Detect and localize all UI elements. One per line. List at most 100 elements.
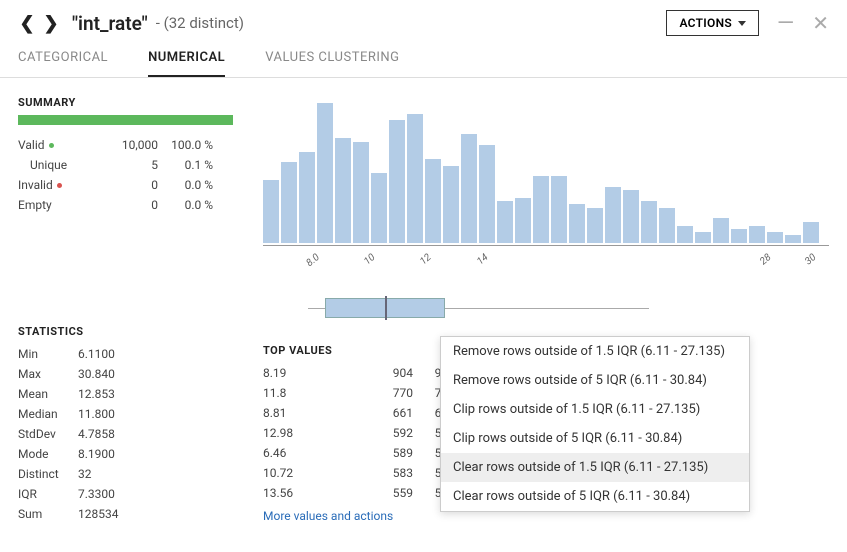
histogram-bar xyxy=(659,208,675,243)
stat-value: 128534 xyxy=(78,507,118,521)
summary-pct: 100.0 % xyxy=(158,138,213,152)
minimize-button[interactable]: — xyxy=(777,18,794,29)
actions-button-label: ACTIONS xyxy=(679,16,732,30)
histogram-bar xyxy=(587,208,603,243)
tab-numerical[interactable]: NUMERICAL xyxy=(148,50,225,77)
stat-value: 30.840 xyxy=(78,367,115,381)
topvalue-value: 11.8 xyxy=(263,386,363,400)
summary-label: Empty xyxy=(18,198,98,212)
histogram-bar xyxy=(677,226,693,243)
histogram-bar xyxy=(443,166,459,243)
stat-label: Mean xyxy=(18,387,78,401)
stat-row: Mean12.853 xyxy=(18,384,233,404)
dropdown-item[interactable]: Clear rows outside of 5 IQR (6.11 - 30.8… xyxy=(441,482,749,511)
histogram-bar xyxy=(461,134,477,243)
more-values-link[interactable]: More values and actions xyxy=(263,509,463,523)
stat-value: 7.3300 xyxy=(78,487,115,501)
topvalue-row: 8.199049.0 % xyxy=(263,363,463,383)
actions-button[interactable]: ACTIONS xyxy=(666,10,759,36)
histogram-bar xyxy=(371,173,387,243)
histogram-bar xyxy=(407,114,423,243)
topvalue-value: 10.72 xyxy=(263,466,363,480)
topvalue-count: 583 xyxy=(363,466,413,480)
status-dot-icon xyxy=(57,183,62,188)
histogram-bar xyxy=(353,142,369,243)
page-title: "int_rate" xyxy=(72,12,148,35)
histogram-bar xyxy=(713,218,729,243)
histogram-bar xyxy=(425,159,441,243)
topvalue-row: 10.725835.8 % xyxy=(263,463,463,483)
histogram-chart xyxy=(263,96,829,246)
histogram-bar xyxy=(479,145,495,243)
histogram-bar xyxy=(785,235,801,243)
stat-row: StdDev4.7858 xyxy=(18,424,233,444)
chevron-down-icon xyxy=(738,21,746,26)
topvalue-value: 8.81 xyxy=(263,406,363,420)
histogram-bar xyxy=(551,176,567,243)
tab-clustering[interactable]: VALUES CLUSTERING xyxy=(265,50,399,77)
stat-row: Min6.1100 xyxy=(18,344,233,364)
histogram-bar xyxy=(317,103,333,243)
stat-row: Mode8.1900 xyxy=(18,444,233,464)
stat-value: 11.800 xyxy=(78,407,115,421)
stat-row: Max30.840 xyxy=(18,364,233,384)
histogram-bar xyxy=(605,187,621,243)
histogram-bar xyxy=(569,204,585,243)
topvalue-row: 13.565595.6 % xyxy=(263,483,463,503)
summary-title: SUMMARY xyxy=(18,96,233,109)
dropdown-item[interactable]: Remove rows outside of 1.5 IQR (6.11 - 2… xyxy=(441,337,749,366)
topvalue-row: 11.87707.7 % xyxy=(263,383,463,403)
stat-label: StdDev xyxy=(18,427,78,441)
boxplot xyxy=(263,298,829,322)
topvalue-count: 661 xyxy=(363,406,413,420)
topvalue-count: 770 xyxy=(363,386,413,400)
summary-pct: 0.0 % xyxy=(158,178,213,192)
topvalue-row: 8.816616.6 % xyxy=(263,403,463,423)
topvalue-value: 12.98 xyxy=(263,426,363,440)
stat-value: 8.1900 xyxy=(78,447,115,461)
summary-pct: 0.0 % xyxy=(158,198,213,212)
close-button[interactable]: ✕ xyxy=(812,11,829,35)
histogram-bar xyxy=(695,232,711,243)
tab-categorical[interactable]: CATEGORICAL xyxy=(18,50,108,77)
x-tick: 8.0 xyxy=(305,252,322,269)
histogram-bar xyxy=(767,232,783,243)
summary-row: Empty00.0 % xyxy=(18,195,233,215)
topvalues-title: TOP VALUES xyxy=(263,344,463,357)
x-tick: 14 xyxy=(475,252,490,267)
topvalue-count: 559 xyxy=(363,486,413,500)
x-tick: 10 xyxy=(362,252,377,267)
stat-value: 6.1100 xyxy=(78,347,115,361)
stat-label: Distinct xyxy=(18,467,78,481)
stat-label: Median xyxy=(18,407,78,421)
histogram-bar xyxy=(281,162,297,243)
histogram-bar xyxy=(263,180,279,243)
nav-prev-button[interactable]: ❮ xyxy=(18,14,36,32)
status-dot-icon xyxy=(49,143,54,148)
topvalue-row: 6.465895.9 % xyxy=(263,443,463,463)
x-tick: 30 xyxy=(803,252,818,267)
dropdown-item[interactable]: Clear rows outside of 1.5 IQR (6.11 - 27… xyxy=(441,453,749,482)
page-subtitle: - (32 distinct) xyxy=(156,14,244,32)
dropdown-item[interactable]: Clip rows outside of 5 IQR (6.11 - 30.84… xyxy=(441,424,749,453)
stat-value: 12.853 xyxy=(78,387,115,401)
stat-row: Sum128534 xyxy=(18,504,233,524)
histogram-bar xyxy=(623,190,639,243)
topvalue-count: 904 xyxy=(363,366,413,380)
nav-next-button[interactable]: ❯ xyxy=(42,14,60,32)
histogram-bar xyxy=(641,201,657,243)
stat-label: Max xyxy=(18,367,78,381)
stat-value: 4.7858 xyxy=(78,427,115,441)
dropdown-item[interactable]: Clip rows outside of 1.5 IQR (6.11 - 27.… xyxy=(441,395,749,424)
dropdown-item[interactable]: Remove rows outside of 5 IQR (6.11 - 30.… xyxy=(441,366,749,395)
topvalue-count: 592 xyxy=(363,426,413,440)
histogram-bar xyxy=(731,229,747,243)
actions-dropdown: Remove rows outside of 1.5 IQR (6.11 - 2… xyxy=(440,336,750,512)
summary-count: 10,000 xyxy=(98,138,158,152)
boxplot-median xyxy=(385,296,387,320)
topvalue-count: 589 xyxy=(363,446,413,460)
summary-count: 5 xyxy=(98,158,158,172)
topvalue-row: 12.985925.9 % xyxy=(263,423,463,443)
x-tick: 28 xyxy=(758,252,773,267)
stat-row: Median11.800 xyxy=(18,404,233,424)
